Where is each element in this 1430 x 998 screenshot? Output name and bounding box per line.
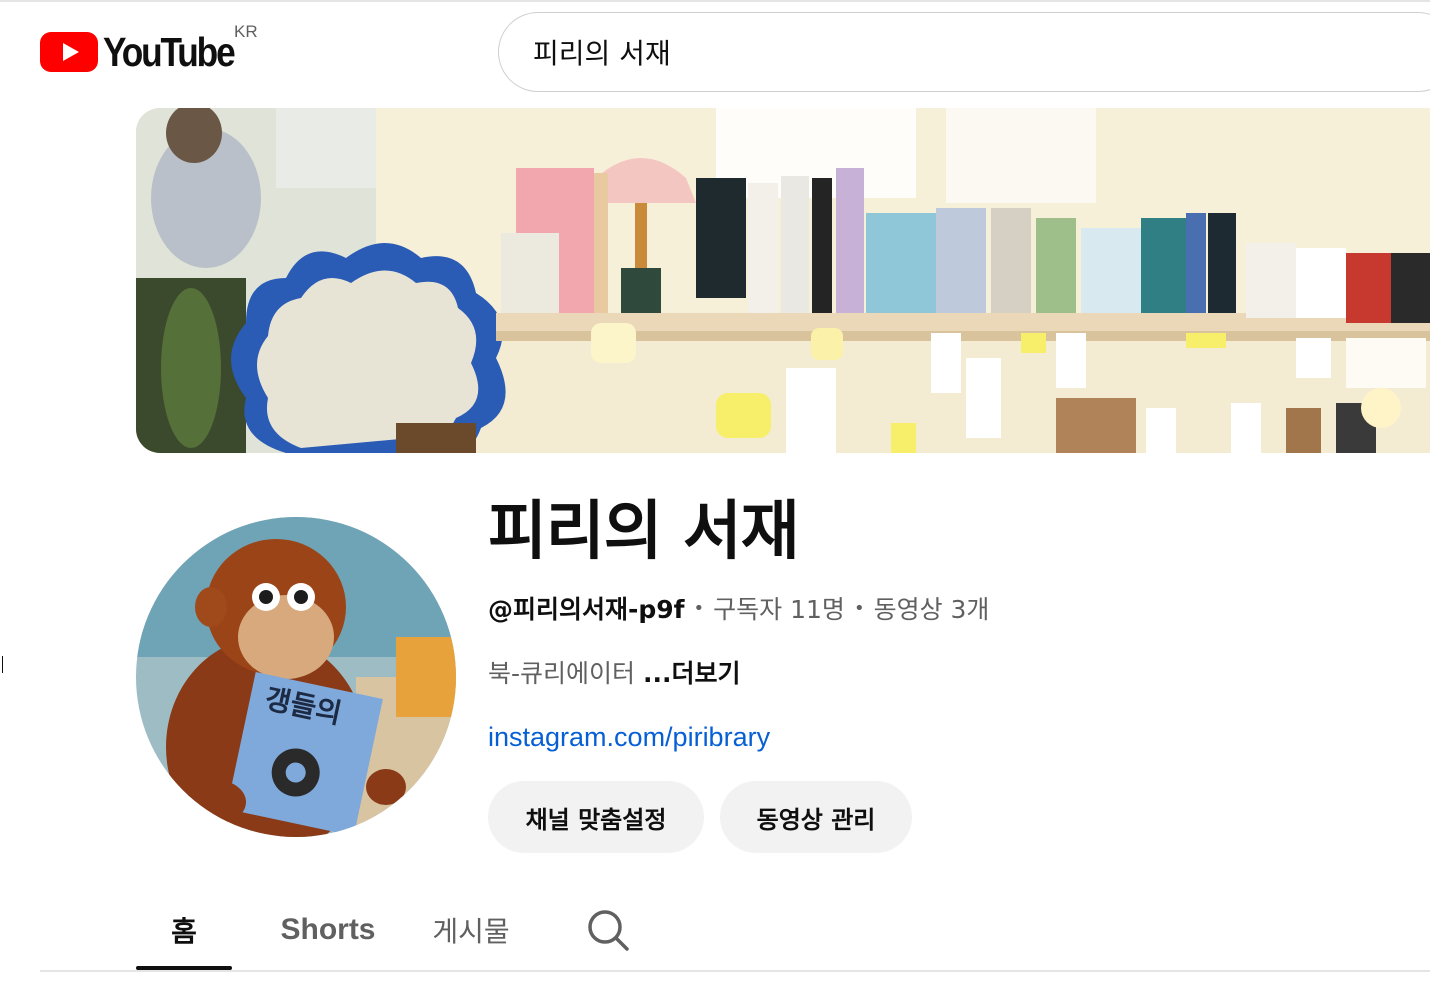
tab-shorts[interactable]: Shorts — [276, 890, 380, 970]
youtube-wordmark: YouTube — [103, 29, 236, 75]
channel-handle: @피리의서재-p9f — [488, 595, 685, 624]
country-code: KR — [234, 22, 258, 41]
meta-separator: • — [693, 597, 705, 619]
channel-meta: @피리의서재-p9f • 구독자 11명 • 동영상 3개 — [488, 592, 989, 624]
channel-avatar[interactable]: 갱들의 — [136, 517, 456, 837]
channel-name: 피리의 서재 — [488, 495, 800, 569]
text-cursor-mark — [2, 656, 3, 673]
more-button[interactable]: ...더보기 — [643, 654, 741, 690]
search-icon — [588, 910, 629, 951]
channel-search-button[interactable] — [584, 890, 632, 970]
tabs-divider — [40, 970, 1430, 972]
tab-posts-label: 게시물 — [432, 915, 510, 948]
top-border — [0, 0, 1430, 2]
youtube-logo[interactable]: YouTube — [40, 30, 255, 74]
channel-description[interactable]: 북-큐리에이터 ...더보기 — [488, 656, 741, 688]
video-count: 동영상 3개 — [873, 595, 990, 624]
tab-home[interactable]: 홈 — [136, 890, 232, 970]
channel-external-link[interactable]: instagram.com/piribrary — [488, 720, 770, 754]
tab-home-label: 홈 — [171, 915, 197, 948]
meta-separator: • — [853, 597, 865, 619]
youtube-play-icon — [40, 32, 98, 72]
subscriber-count: 구독자 11명 — [713, 595, 845, 624]
search-input[interactable] — [533, 35, 1333, 69]
tab-posts[interactable]: 게시물 — [426, 890, 516, 970]
search-box[interactable] — [498, 12, 1430, 92]
description-text: 북-큐리에이터 — [488, 659, 636, 688]
channel-banner — [136, 108, 1430, 453]
manage-videos-button[interactable]: 동영상 관리 — [720, 781, 912, 853]
customize-channel-button[interactable]: 채널 맞춤설정 — [488, 781, 704, 853]
tab-shorts-label: Shorts — [280, 913, 376, 946]
